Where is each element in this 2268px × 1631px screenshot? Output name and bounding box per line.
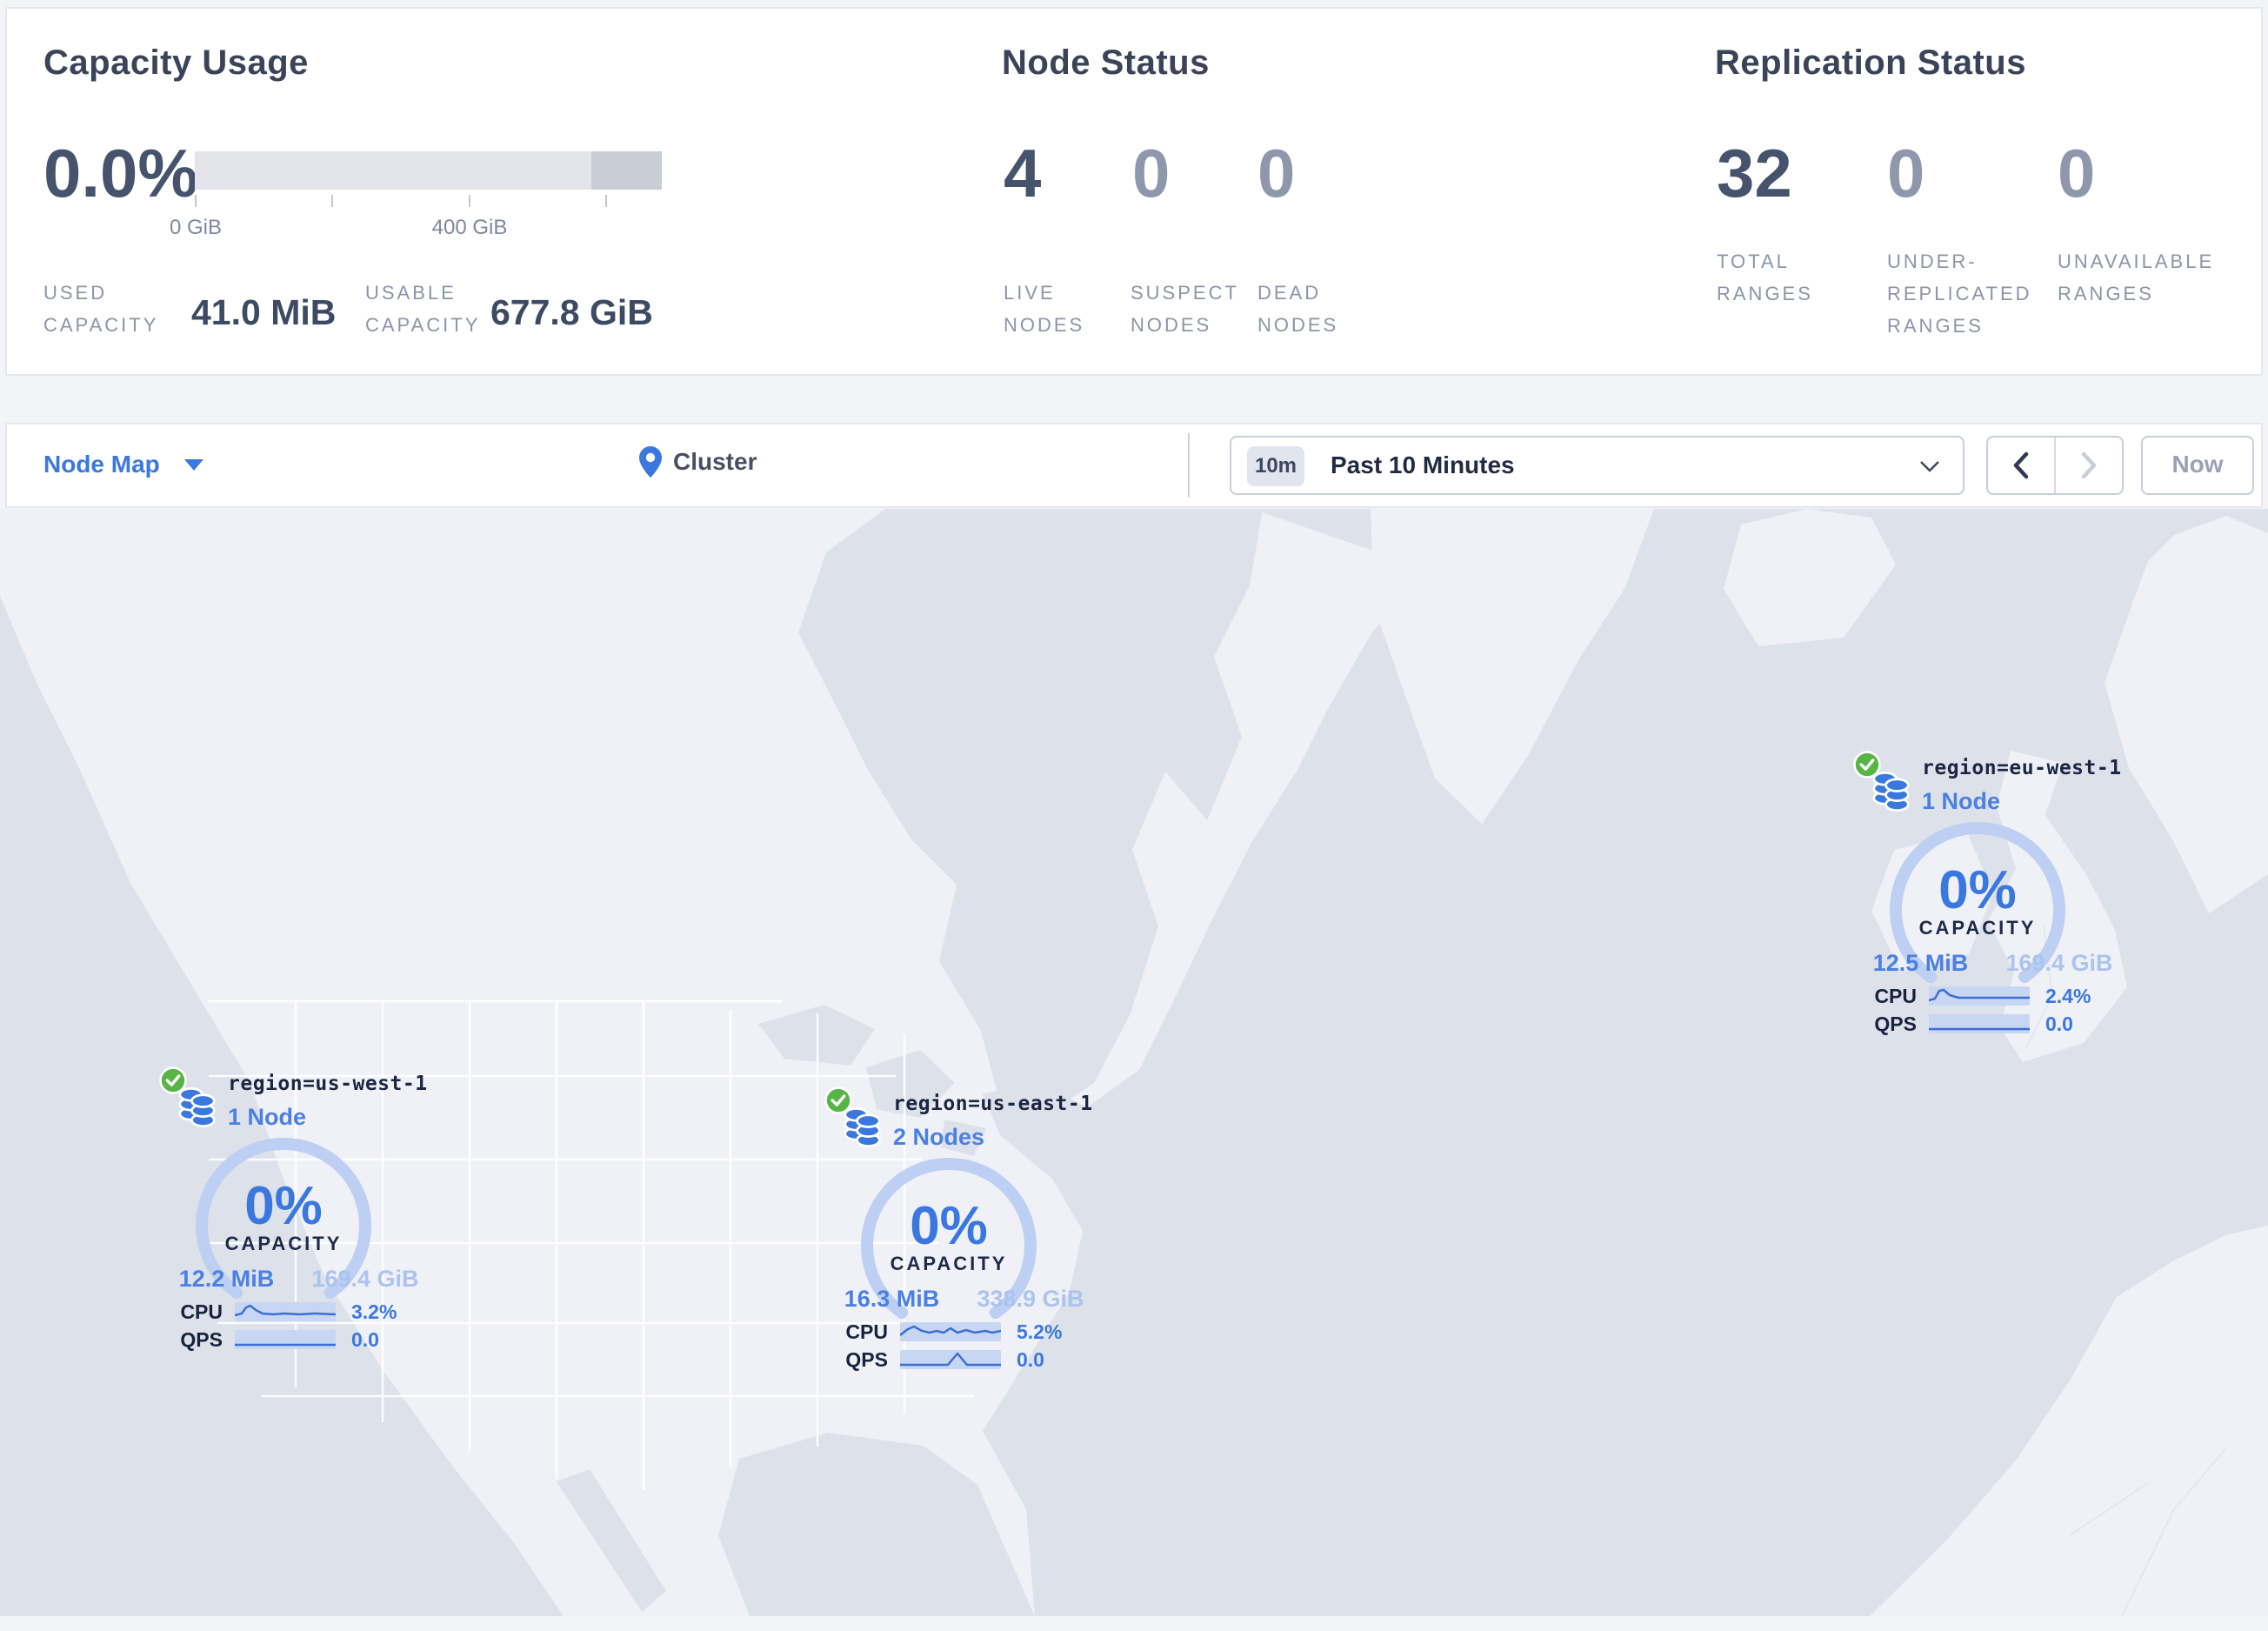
used-capacity-label: USED CAPACITY xyxy=(43,282,159,336)
chevron-down-icon xyxy=(183,458,203,471)
under-replicated-label: UNDER- REPLICATED RANGES xyxy=(1887,251,2032,337)
dead-nodes-label: DEAD NODES xyxy=(1257,282,1339,336)
replication-status-title: Replication Status xyxy=(1715,43,2026,82)
suspect-nodes-label: SUSPECT NODES xyxy=(1131,282,1239,336)
region-used-capacity: 12.2 MiB xyxy=(178,1266,275,1292)
qps-label: QPS xyxy=(1874,1013,1917,1035)
axis-tick xyxy=(195,195,197,207)
time-range-dropdown[interactable]: 10m Past 10 Minutes xyxy=(1230,436,1964,495)
region-node-count: 1 Node xyxy=(228,1104,307,1130)
time-back-button[interactable] xyxy=(1988,438,2056,493)
region-total-capacity: 169.4 GiB xyxy=(2005,950,2113,976)
unavailable-count: 0 xyxy=(2058,135,2096,211)
qps-value: 0.0 xyxy=(2045,1013,2073,1035)
region-name: region=us-west-1 xyxy=(228,1073,428,1095)
region-used-capacity: 12.5 MiB xyxy=(1872,950,1969,976)
qps-value: 0.0 xyxy=(1017,1348,1044,1371)
world-map-graphic xyxy=(0,509,2268,1616)
region-node-count: 1 Node xyxy=(1922,788,2001,814)
total-ranges-label: TOTAL RANGES xyxy=(1717,251,1813,304)
total-ranges-count: 32 xyxy=(1717,135,1792,211)
cpu-label: CPU xyxy=(845,1320,888,1343)
axis-tick-label: 400 GiB xyxy=(431,216,508,239)
region-capacity-percent: 0% xyxy=(1938,860,2017,920)
live-nodes-count: 4 xyxy=(1004,135,1042,211)
map-toolbar: Node Map Cluster 10m Past 10 Minutes Now xyxy=(5,423,2263,508)
axis-tick-label: 0 GiB xyxy=(169,216,223,239)
qps-label: QPS xyxy=(845,1348,888,1371)
view-selector-dropdown[interactable]: Node Map xyxy=(43,451,203,478)
database-icon xyxy=(844,1107,881,1147)
qps-sparkline xyxy=(235,1330,336,1349)
cpu-label: CPU xyxy=(180,1300,223,1323)
cpu-value: 5.2% xyxy=(1017,1320,1063,1343)
chevron-down-icon xyxy=(1920,461,1939,472)
region-name: region=us-east-1 xyxy=(893,1093,1093,1115)
database-icon xyxy=(178,1087,216,1127)
cpu-label: CPU xyxy=(1874,985,1917,1007)
dead-nodes-count: 0 xyxy=(1257,135,1296,211)
under-replicated-count: 0 xyxy=(1887,135,1925,211)
region-marker-eu-west-1[interactable]: region=eu-west-1 1 Node 0% CAPACITY 12.5… xyxy=(1842,750,2142,1046)
live-nodes-label: LIVE NODES xyxy=(1004,282,1085,336)
database-icon xyxy=(1872,772,1910,812)
region-name: region=eu-west-1 xyxy=(1922,757,2122,779)
capacity-bar-reserved-segment xyxy=(591,151,662,190)
capacity-percent: 0.0% xyxy=(43,135,198,211)
usable-capacity-value: 677.8 GiB xyxy=(490,292,653,332)
qps-sparkline xyxy=(1929,1014,2030,1033)
region-marker-us-west-1[interactable]: region=us-west-1 1 Node 0% CAPACITY 12.2… xyxy=(148,1066,448,1361)
qps-sparkline xyxy=(900,1350,1001,1369)
region-node-count: 2 Nodes xyxy=(893,1124,985,1150)
qps-label: QPS xyxy=(180,1328,223,1351)
suspect-nodes-count: 0 xyxy=(1132,135,1171,211)
cpu-sparkline xyxy=(900,1322,1001,1341)
chevron-left-icon xyxy=(2013,451,2029,479)
node-map[interactable]: region=us-west-1 1 Node 0% CAPACITY 12.2… xyxy=(0,509,2268,1616)
node-status-title: Node Status xyxy=(1002,43,1210,82)
region-marker-us-east-1[interactable]: region=us-east-1 2 Nodes 0% CAPACITY 16.… xyxy=(813,1086,1113,1381)
region-used-capacity: 16.3 MiB xyxy=(844,1286,940,1312)
time-preset-badge: 10m xyxy=(1247,446,1304,486)
time-range-label: Past 10 Minutes xyxy=(1331,451,1515,478)
cpu-sparkline xyxy=(1929,986,2030,1006)
location-pin-icon xyxy=(639,446,662,478)
capacity-bar xyxy=(195,151,662,190)
region-capacity-word: CAPACITY xyxy=(1918,917,2037,939)
time-forward-button[interactable] xyxy=(2056,438,2122,493)
cluster-summary-card: Capacity Usage 0.0% 0 GiB 400 GiB USED C… xyxy=(5,7,2263,376)
breadcrumb-label: Cluster xyxy=(673,448,757,475)
axis-tick xyxy=(331,195,333,207)
unavailable-label: UNAVAILABLE RANGES xyxy=(2058,251,2215,304)
cpu-value: 2.4% xyxy=(2045,985,2091,1007)
breadcrumb[interactable]: Cluster xyxy=(638,445,757,478)
toolbar-divider xyxy=(1188,433,1190,498)
cpu-value: 3.2% xyxy=(351,1300,397,1323)
region-total-capacity: 338.9 GiB xyxy=(977,1286,1084,1312)
time-pager xyxy=(1986,436,2124,495)
view-selector-label: Node Map xyxy=(43,451,160,478)
capacity-usage-title: Capacity Usage xyxy=(43,43,309,82)
region-capacity-word: CAPACITY xyxy=(890,1253,1008,1274)
region-capacity-percent: 0% xyxy=(244,1176,323,1236)
now-button[interactable]: Now xyxy=(2141,436,2254,495)
qps-value: 0.0 xyxy=(351,1328,379,1351)
axis-tick xyxy=(469,195,470,207)
chevron-right-icon xyxy=(2081,451,2097,479)
usable-capacity-label: USABLE CAPACITY xyxy=(365,282,481,336)
cpu-sparkline xyxy=(235,1302,336,1321)
region-capacity-percent: 0% xyxy=(910,1196,988,1256)
used-capacity-value: 41.0 MiB xyxy=(191,292,337,332)
axis-tick xyxy=(605,195,607,207)
region-capacity-word: CAPACITY xyxy=(224,1233,343,1254)
region-total-capacity: 169.4 GiB xyxy=(311,1266,419,1292)
